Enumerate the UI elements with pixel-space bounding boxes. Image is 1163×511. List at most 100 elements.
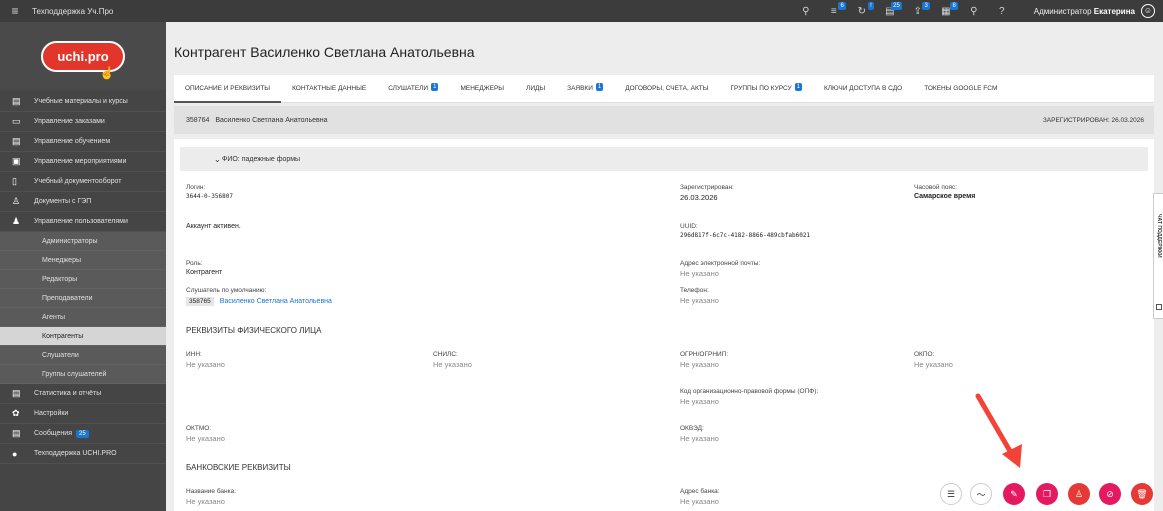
tab-label: СЛУШАТЕЛИ bbox=[388, 84, 429, 92]
delete-button[interactable]: 🗑 bbox=[1131, 483, 1153, 505]
tab-5[interactable]: ЗАЯВКИ 1 bbox=[556, 75, 614, 103]
bank-address-label: Адрес банка: bbox=[680, 488, 720, 495]
support-chat-label: ЧАТ ПОДДЕРЖКИ bbox=[1156, 214, 1162, 258]
opf-label: Код организационно-правовой формы (ОПФ): bbox=[680, 388, 819, 395]
logo-area: uchi.pro ☝ bbox=[0, 22, 166, 90]
list-icon-glyph: ≡ bbox=[830, 5, 837, 17]
report-icon[interactable]: ▦ 8 bbox=[935, 1, 958, 17]
tab-label: ТОКЕНЫ GOOGLE FCM bbox=[924, 84, 998, 92]
phone-value: Не указано bbox=[680, 296, 719, 305]
login-as-button[interactable]: ♙ bbox=[1068, 483, 1090, 505]
chat-icon[interactable]: ▤ 25 bbox=[879, 1, 902, 17]
bank-section-title: БАНКОВСКИЕ РЕКВИЗИТЫ bbox=[186, 463, 291, 472]
tab-label: КЛЮЧИ ДОСТУПА В СДО bbox=[823, 84, 903, 92]
tab-7[interactable]: ГРУППЫ ПО КУРСУ 1 bbox=[719, 75, 812, 103]
sidebar-item-label: Управление мероприятиями bbox=[34, 158, 127, 165]
sidebar-item-gep-docs[interactable]: ♙ Документы с ГЭП bbox=[0, 192, 166, 212]
record-info-bar: 358764 Василенко Светлана Анатольевна ЗА… bbox=[174, 106, 1154, 134]
sidebar-item-users[interactable]: ♟ Управление пользователями bbox=[0, 212, 166, 232]
snils-value: Не указано bbox=[433, 360, 472, 369]
timezone-field: Часовой пояс: Самарское время bbox=[914, 184, 975, 200]
oktmo-label: ОКТМО: bbox=[186, 425, 212, 432]
tab-1[interactable]: КОНТАКТНЫЕ ДАННЫЕ bbox=[281, 75, 377, 103]
events-icon: ▣ bbox=[12, 156, 21, 166]
sidebar-subitem[interactable]: Преподаватели bbox=[0, 289, 166, 308]
menu-icon[interactable]: ≡ bbox=[0, 4, 30, 18]
tab-0[interactable]: ОПИСАНИЕ И РЕКВИЗИТЫ bbox=[174, 75, 282, 103]
sidebar-subitem[interactable]: Слушатели bbox=[0, 346, 166, 365]
tab-count-badge: 1 bbox=[595, 82, 604, 91]
menu-list-button[interactable]: ☰ bbox=[940, 483, 962, 505]
default-listener-link[interactable]: Василенко Светлана Анатольевна bbox=[220, 298, 332, 305]
tab-9[interactable]: ТОКЕНЫ GOOGLE FCM bbox=[913, 75, 1008, 103]
sidebar: uchi.pro ☝ ▤ Учебные материалы и курсы ▭ Уп… bbox=[0, 22, 166, 511]
logo[interactable]: uchi.pro ☝ bbox=[41, 40, 125, 80]
bank-name-field: Название банка: Не указано bbox=[186, 488, 236, 506]
tab-label: ГРУППЫ ПО КУРСУ bbox=[730, 84, 792, 92]
org-icon[interactable]: ⚲ bbox=[795, 6, 817, 17]
pin-icon[interactable]: ⚲ bbox=[963, 6, 985, 17]
list-icon[interactable]: ≡ 6 bbox=[823, 1, 846, 17]
notification-badge: 3 bbox=[922, 1, 930, 10]
sidebar-item-label: Управление обучением bbox=[34, 138, 111, 145]
copy-button[interactable]: ❐ bbox=[1036, 483, 1058, 505]
sidebar-subitem[interactable]: Менеджеры bbox=[0, 251, 166, 270]
tab-label: ДОГОВОРЫ, СЧЕТА, АКТЫ bbox=[625, 84, 709, 92]
sidebar-subitem[interactable]: Контрагенты bbox=[0, 327, 166, 346]
stats-button[interactable]: 〜 bbox=[970, 483, 992, 505]
sidebar-subitem[interactable]: Администраторы bbox=[0, 232, 166, 251]
users-icon: ♟ bbox=[12, 216, 21, 226]
sidebar-item-label: Статистика и отчёты bbox=[34, 390, 102, 397]
sidebar-subitem[interactable]: Группы слушателей bbox=[0, 365, 166, 384]
uuid-label: UUID: bbox=[680, 223, 698, 230]
sidebar-item-documents[interactable]: ▯ Учебный документооборот bbox=[0, 172, 166, 192]
sidebar-item-events[interactable]: ▣ Управление мероприятиями bbox=[0, 152, 166, 172]
person-icon: ♙ bbox=[1074, 488, 1084, 499]
support-chat-tab[interactable]: ЧАТ ПОДДЕРЖКИ bbox=[1153, 193, 1163, 319]
sidebar-subitem[interactable]: Редакторы bbox=[0, 270, 166, 289]
ogrn-field: ОГРН/ОГРНИП: Не указано bbox=[680, 351, 728, 369]
export-icon-glyph: ⇪ bbox=[913, 5, 922, 17]
snils-field: СНИЛС: Не указано bbox=[433, 351, 472, 369]
tab-count-badge: 1 bbox=[431, 82, 439, 91]
fio-section-label: ФИО: падежные формы bbox=[222, 155, 301, 163]
user-avatar-icon[interactable]: ☺ bbox=[1141, 4, 1155, 18]
sidebar-item-learning[interactable]: ▤ Управление обучением bbox=[0, 132, 166, 152]
refresh-icon[interactable]: ↻! bbox=[851, 1, 874, 17]
fio-section-toggle[interactable]: ⌄ ФИО: падежные формы bbox=[180, 147, 1148, 171]
tab-6[interactable]: ДОГОВОРЫ, СЧЕТА, АКТЫ bbox=[614, 75, 719, 103]
messages-icon: ▤ bbox=[12, 428, 21, 438]
pencil-icon: ✎ bbox=[1010, 488, 1018, 499]
eye-off-icon: ⊘ bbox=[1106, 488, 1114, 499]
opf-value: Не указано bbox=[680, 397, 719, 406]
email-field: Адрес электронной почты: Не указано bbox=[680, 260, 760, 278]
help-icon[interactable]: ? bbox=[991, 6, 1013, 17]
trash-icon: 🗑 bbox=[1136, 488, 1148, 499]
trend-icon: 〜 bbox=[976, 489, 986, 500]
hide-button[interactable]: ⊘ bbox=[1099, 483, 1121, 505]
tab-8[interactable]: КЛЮЧИ ДОСТУПА В СДО bbox=[813, 75, 913, 103]
tab-count-badge: 1 bbox=[794, 82, 802, 91]
sidebar-item-orders[interactable]: ▭ Управление заказами bbox=[0, 112, 166, 132]
sidebar-subitem[interactable]: Агенты bbox=[0, 308, 166, 327]
sidebar-item-support[interactable]: ● Техподдержка UCHI.PRO bbox=[0, 444, 166, 464]
stats-icon: ▤ bbox=[12, 388, 21, 398]
sidebar-item-settings[interactable]: ✿ Настройки bbox=[0, 404, 166, 424]
tab-4[interactable]: ЛИДЫ bbox=[515, 75, 556, 103]
tab-2[interactable]: СЛУШАТЕЛИ 1 bbox=[377, 75, 449, 103]
timezone-value: Самарское время bbox=[914, 193, 976, 200]
tab-label: ЛИДЫ bbox=[526, 84, 546, 92]
tab-3[interactable]: МЕНЕДЖЕРЫ bbox=[449, 75, 515, 103]
record-id: 358764 bbox=[186, 116, 210, 124]
chat-square-icon bbox=[1156, 304, 1162, 310]
bank-address-field: Адрес банка: Не указано bbox=[680, 488, 720, 506]
sidebar-item-stats[interactable]: ▤ Статистика и отчёты bbox=[0, 384, 166, 404]
tab-label: МЕНЕДЖЕРЫ bbox=[460, 84, 505, 92]
export-icon[interactable]: ⇪ 3 bbox=[907, 1, 930, 17]
materials-icon: ▤ bbox=[12, 96, 21, 106]
user-menu[interactable]: Администратор Екатерина bbox=[1034, 7, 1135, 16]
edit-button[interactable]: ✎ bbox=[1003, 483, 1025, 505]
sidebar-item-messages[interactable]: ▤ Сообщения 25 bbox=[0, 424, 166, 444]
registered-label: Зарегистрирован: bbox=[680, 184, 734, 191]
sidebar-item-materials[interactable]: ▤ Учебные материалы и курсы bbox=[0, 92, 166, 112]
